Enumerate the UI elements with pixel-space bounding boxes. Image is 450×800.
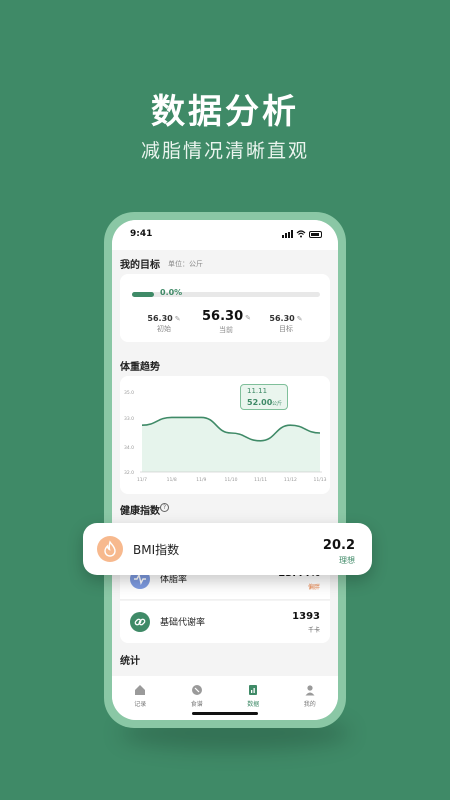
x-tick-label: 11/8	[167, 477, 177, 483]
x-tick-label: 11/10	[225, 477, 238, 483]
y-tick-label: 35.0	[124, 390, 134, 396]
bmi-value: 20.2	[322, 538, 355, 553]
y-tick-label: 34.0	[124, 445, 134, 451]
bmr-row[interactable]: 基础代谢率 1393 千卡	[120, 601, 330, 643]
goal-current-value: 56.30	[202, 309, 244, 324]
pencil-icon: ✎	[174, 315, 181, 323]
goal-start-label: 初始	[157, 325, 171, 333]
x-tick-label: 11/9	[196, 477, 206, 483]
x-tick-label: 11/13	[314, 477, 327, 483]
tab-mine-label: 我的	[303, 701, 316, 708]
stats-title: 统计	[120, 656, 140, 667]
x-tick-label: 11/12	[284, 477, 297, 483]
goal-progress-text: 0.0%	[160, 288, 183, 297]
bmi-status: 理想	[339, 556, 355, 565]
goal-start-value: 56.30	[147, 314, 173, 323]
x-tick-label: 11/11	[254, 477, 267, 483]
help-icon[interactable]: ?	[160, 503, 169, 512]
trend-title: 体重趋势	[120, 362, 160, 373]
goal-target[interactable]: 56.30 ✎ 目标	[266, 314, 306, 334]
flame-icon	[97, 536, 123, 562]
status-bar: 9:41	[112, 220, 338, 250]
bmi-name: BMI指数	[133, 543, 180, 557]
goal-card[interactable]: 0.0% 56.30 ✎ 初始 56.30 ✎ 当前 56.30 ✎ 目标	[120, 274, 330, 342]
status-icons	[282, 230, 322, 238]
goal-progress-fill	[132, 292, 154, 297]
y-tick-label: 33.0	[124, 416, 134, 422]
goal-target-value: 56.30	[269, 314, 295, 323]
goal-start[interactable]: 56.30 ✎ 初始	[144, 314, 184, 334]
link-icon	[130, 612, 150, 632]
status-time: 9:41	[130, 229, 153, 239]
tab-recipe-label: 食谱	[190, 701, 203, 708]
signal-icon	[282, 230, 293, 238]
battery-icon	[309, 230, 322, 238]
tooltip-date: 11.11	[247, 387, 268, 395]
pencil-icon: ✎	[296, 315, 303, 323]
home-indicator	[192, 712, 258, 715]
promo-subtitle: 减脂情况清晰直观	[140, 140, 309, 162]
goal-current-label: 当前	[219, 326, 233, 334]
x-tick-label: 11/7	[137, 477, 147, 483]
y-tick-label: 32.0	[124, 470, 134, 476]
goal-unit-label: 单位：公斤	[168, 260, 203, 268]
wifi-icon	[296, 230, 306, 238]
goal-title: 我的目标	[120, 260, 160, 271]
bmr-value: 1393	[292, 611, 320, 622]
tab-data-label: 数据	[247, 701, 260, 708]
app-screen: 9:41 我的目标 单位：公斤 0.0% 56.30 ✎ 初始 56.30 ✎ 当前	[112, 220, 338, 720]
trend-chart-svg: 35.0 33.0 34.0 32.011/7 11/8 11/9 11/10 11/11 11…	[124, 390, 327, 483]
tab-record[interactable]: 记录	[112, 676, 169, 720]
tab-record-label: 记录	[134, 701, 147, 708]
bmr-unit: 千卡	[307, 627, 320, 634]
user-icon	[305, 685, 315, 696]
data-icon	[249, 685, 258, 695]
tab-mine[interactable]: 我的	[282, 676, 339, 720]
pencil-icon: ✎	[245, 314, 251, 322]
weight-trend-chart[interactable]: 35.0 33.0 34.0 32.0 11/7 11/8 11/9 11/10 11/11 11…	[120, 376, 330, 494]
promo-title: 数据分析	[151, 92, 299, 132]
tooltip-value: 52.00	[247, 398, 273, 407]
chart-tooltip: 11.11 52.00 公斤	[240, 384, 288, 410]
tooltip-unit: 公斤	[272, 401, 283, 407]
home-icon	[135, 685, 146, 695]
recipe-icon	[191, 685, 202, 695]
bodyfat-status: 偏胖	[307, 584, 320, 591]
goal-current[interactable]: 56.30 ✎ 当前	[202, 309, 251, 335]
health-title: 健康指数	[120, 506, 160, 517]
bmi-card[interactable]: BMI指数 20.2 理想	[83, 523, 372, 575]
goal-target-label: 目标	[279, 325, 293, 333]
bmr-name: 基础代谢率	[160, 618, 206, 628]
